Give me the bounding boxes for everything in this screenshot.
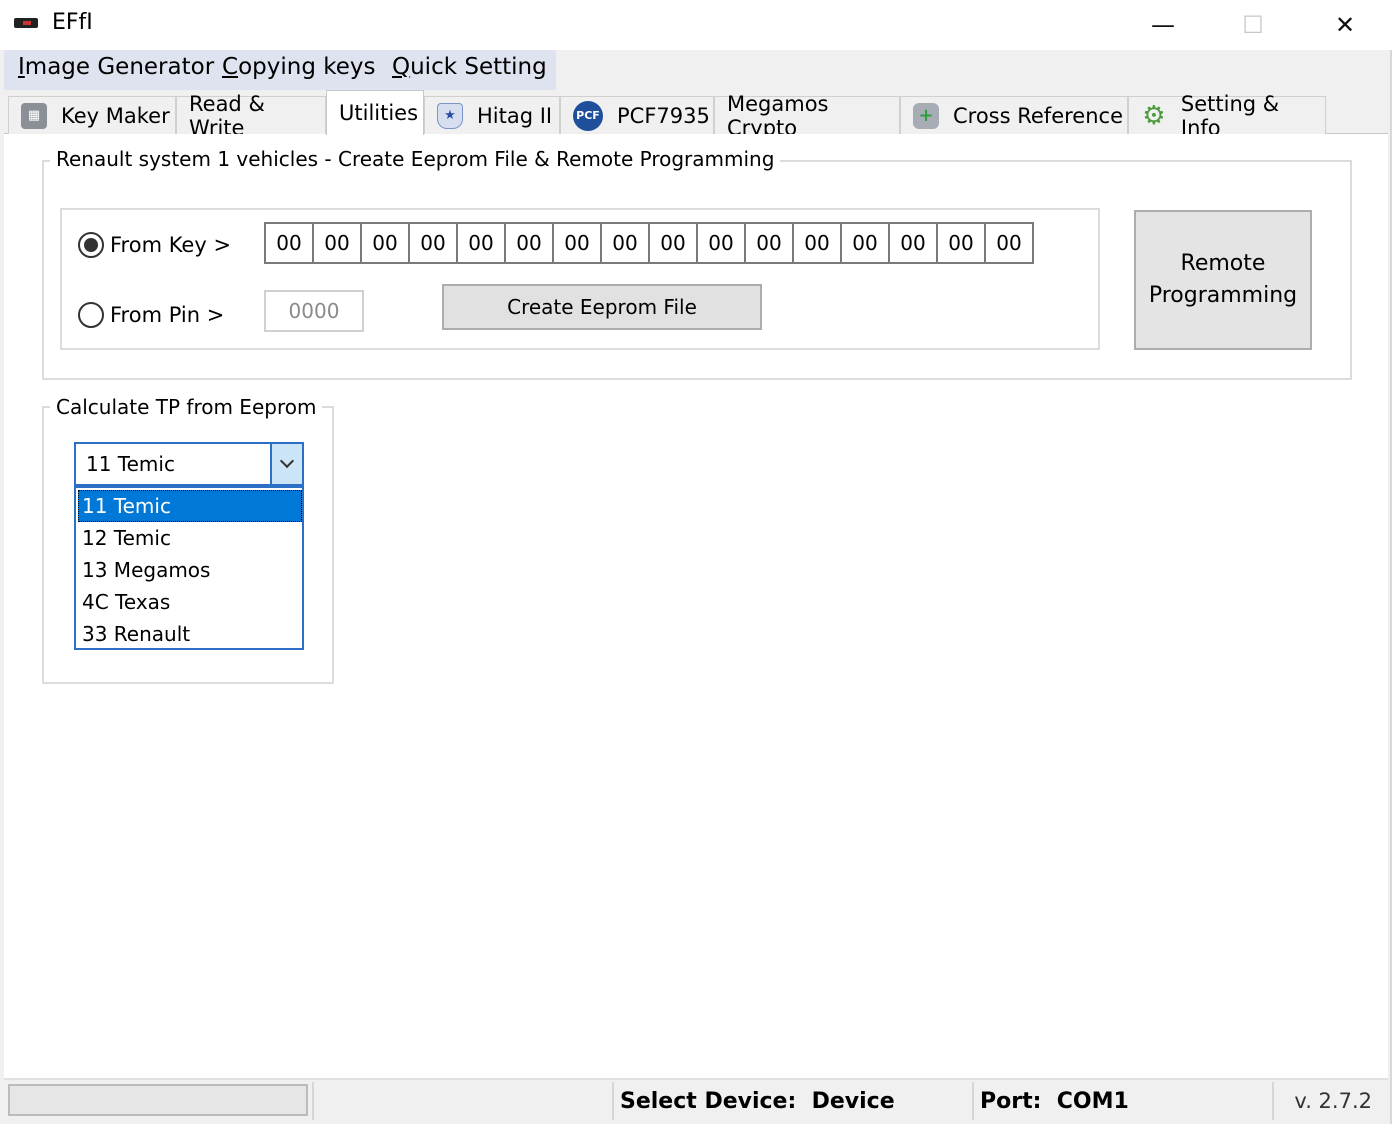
remote-button-label: Remote Programming	[1149, 248, 1297, 312]
tab-label: Cross Reference	[953, 103, 1123, 128]
hex-byte-field[interactable]: 00	[792, 222, 842, 264]
tab-label: Setting & Info	[1180, 91, 1280, 140]
device-label: Select Device:	[620, 1088, 797, 1114]
port-value: COM1	[1056, 1088, 1129, 1114]
maximize-button[interactable]: ☐	[1208, 0, 1298, 50]
status-port: Port: COM1	[972, 1082, 1272, 1120]
menu-accel: C	[222, 54, 239, 80]
gear-icon: ⚙	[1142, 100, 1166, 131]
menu-quick-setting[interactable]: Quick Setting	[392, 54, 547, 80]
hex-byte-field[interactable]: 00	[648, 222, 698, 264]
hex-byte-field[interactable]: 00	[408, 222, 458, 264]
tp-group-title: Calculate TP from Eeprom	[50, 395, 323, 419]
philips-shield-icon: ★	[437, 102, 463, 129]
tp-type-dropdown-list: 11 Temic 12 Temic 13 Megamos 4C Texas 33…	[74, 486, 304, 650]
radio-circle	[78, 302, 104, 328]
hex-byte-field[interactable]: 00	[312, 222, 362, 264]
pin-input[interactable]: 0000	[264, 290, 364, 332]
remote-button-line2: Programming	[1148, 283, 1298, 308]
hex-byte-field[interactable]: 00	[696, 222, 746, 264]
tab-hitag-ii[interactable]: ★ Hitag II	[424, 96, 560, 134]
tab-cross-reference[interactable]: + Cross Reference	[900, 96, 1128, 134]
tab-pcf7935[interactable]: PCF PCF7935	[560, 96, 714, 134]
radio-circle	[78, 232, 104, 258]
renault-group-title: Renault system 1 vehicles - Create Eepro…	[50, 147, 781, 171]
tp-type-combobox[interactable]: 11 Temic	[74, 442, 304, 486]
menu-image-generator[interactable]: Image Generator	[18, 54, 214, 80]
hex-byte-field[interactable]: 00	[504, 222, 554, 264]
database-add-icon: +	[913, 102, 939, 129]
tab-label: Key Maker	[61, 103, 170, 128]
tab-label: Utilities	[339, 101, 419, 125]
dropdown-option[interactable]: 11 Temic	[78, 490, 302, 522]
hex-byte-field[interactable]: 00	[744, 222, 794, 264]
from-pin-radio[interactable]: From Pin >	[78, 302, 224, 328]
hex-byte-field[interactable]: 00	[984, 222, 1034, 264]
title-bar: EFfI — ☐ ✕	[0, 0, 1392, 50]
status-device: Select Device: Device	[612, 1082, 972, 1120]
pcf-badge-icon: PCF	[573, 100, 603, 131]
key-hex-fields: 00 00 00 00 00 00 00 00 00 00 00 00 00 0…	[264, 222, 1034, 264]
menu-copying-keys[interactable]: Copying keys	[222, 54, 375, 80]
window-title: EFfI	[52, 10, 93, 35]
hex-byte-field[interactable]: 00	[456, 222, 506, 264]
minimize-button[interactable]: —	[1118, 0, 1208, 50]
status-spacer	[312, 1082, 612, 1120]
tab-key-maker[interactable]: ▦ Key Maker	[8, 96, 176, 134]
remote-button-line1: Remote	[1180, 251, 1266, 276]
tab-label: Read & Write	[189, 91, 265, 140]
version-label: v. 2.7.2	[1272, 1082, 1388, 1120]
calculator-icon: ▦	[21, 102, 47, 129]
hex-byte-field[interactable]: 00	[360, 222, 410, 264]
dropdown-option[interactable]: 33 Renault	[78, 618, 302, 650]
menu-label: uick Setting	[410, 54, 547, 80]
close-button[interactable]: ✕	[1300, 0, 1390, 50]
tab-label: Megamos Crypto	[727, 91, 829, 140]
combo-value: 11 Temic	[86, 452, 175, 476]
tab-read-write[interactable]: Read & Write	[176, 92, 326, 140]
menu-label: mage Generator	[24, 54, 215, 80]
port-label: Port:	[980, 1088, 1042, 1114]
hex-byte-field[interactable]: 00	[840, 222, 890, 264]
progress-bar	[8, 1084, 308, 1116]
create-eeprom-file-button[interactable]: Create Eeprom File	[442, 284, 762, 330]
menu-label: opying keys	[238, 54, 376, 80]
hex-byte-field[interactable]: 00	[888, 222, 938, 264]
menu-accel: Q	[392, 54, 411, 80]
radio-dot	[84, 238, 98, 252]
tab-megamos-crypto[interactable]: Megamos Crypto	[714, 92, 900, 140]
chevron-down-icon[interactable]	[270, 444, 302, 484]
dropdown-option[interactable]: 12 Temic	[78, 522, 302, 554]
tab-utilities[interactable]: Utilities	[326, 90, 424, 135]
device-value: Device	[811, 1088, 895, 1114]
dropdown-option[interactable]: 4C Texas	[78, 586, 302, 618]
from-key-radio[interactable]: From Key >	[78, 232, 231, 258]
hex-byte-field[interactable]: 00	[600, 222, 650, 264]
hex-byte-field[interactable]: 00	[264, 222, 314, 264]
menu-accel: I	[18, 54, 25, 80]
tab-setting-info[interactable]: ⚙ Setting & Info	[1128, 92, 1326, 140]
app-logo-icon	[14, 18, 38, 28]
tab-label: Hitag II	[477, 103, 553, 128]
from-key-label: From Key >	[110, 233, 232, 257]
tab-label: PCF7935	[617, 103, 710, 128]
hex-byte-field[interactable]: 00	[936, 222, 986, 264]
remote-programming-button[interactable]: Remote Programming	[1134, 210, 1312, 350]
hex-byte-field[interactable]: 00	[552, 222, 602, 264]
dropdown-option[interactable]: 13 Megamos	[78, 554, 302, 586]
from-pin-label: From Pin >	[110, 303, 225, 327]
